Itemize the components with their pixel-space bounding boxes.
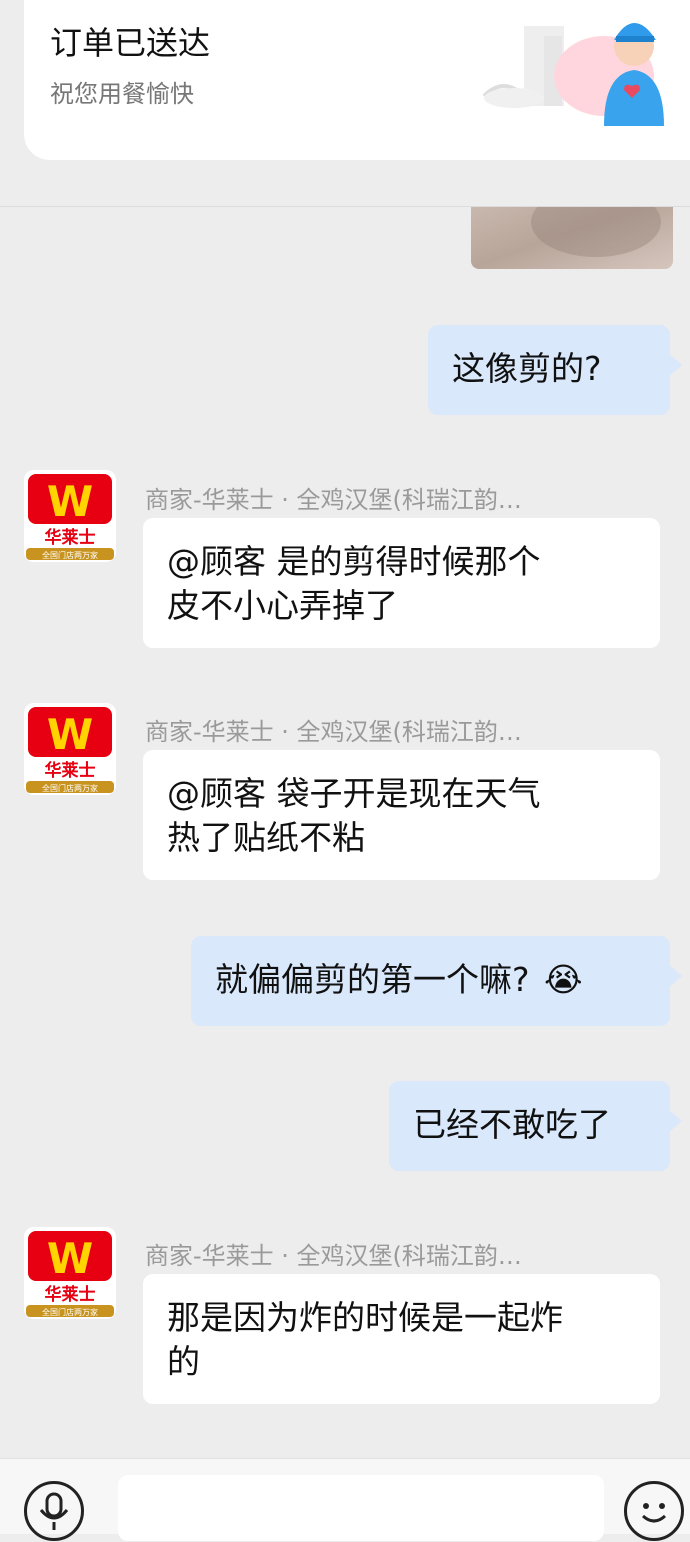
logo-name: 华莱士 [45,760,96,781]
logo-name: 华莱士 [45,527,96,548]
logo-tagline: 全国门店两万家 [42,783,98,793]
microphone-icon [39,1492,69,1530]
message-line: 皮不小心弄掉了 [167,586,398,625]
merchant-sender-name: 商家-华莱士 · 全鸡汉堡(科瑞江韵… [145,718,522,746]
merchant-logo-icon: W 华莱士 全国门店两万家 [24,703,116,795]
logo-tagline: 全国门店两万家 [42,1307,98,1317]
smiley-icon [641,1503,667,1523]
merchant-logo-icon: W 华莱士 全国门店两万家 [24,470,116,562]
crying-face-icon: 😭 [544,960,583,999]
image-message[interactable] [471,207,673,269]
message-line: 那是因为炸的时候是一起炸 [167,1298,563,1337]
customer-message[interactable]: 已经不敢吃了 [389,1081,682,1171]
message-input-bar [0,1458,690,1541]
message-text: 已经不敢吃了 [413,1105,611,1144]
merchant-message[interactable]: 那是因为炸的时候是一起炸 的 [143,1274,660,1404]
voice-input-button[interactable] [24,1481,84,1541]
merchant-avatar[interactable]: W 华莱士 全国门店两万家 [24,470,116,562]
merchant-sender-name: 商家-华莱士 · 全鸡汉堡(科瑞江韵… [145,486,522,514]
customer-message[interactable]: 就偏偏剪的第一个嘛? 😭 [191,936,682,1026]
message-line: 的 [167,1342,200,1381]
delivery-courier-illustration [482,23,664,126]
message-line: 热了贴纸不粘 [167,818,365,857]
merchant-sender-name: 商家-华莱士 · 全鸡汉堡(科瑞江韵… [145,1242,522,1270]
merchant-message[interactable]: @顾客 是的剪得时候那个 皮不小心弄掉了 [143,518,660,648]
message-text: 这像剪的? [452,349,602,388]
emoji-button[interactable] [624,1481,684,1541]
merchant-avatar[interactable]: W 华莱士 全国门店两万家 [24,703,116,795]
message-text-input[interactable] [118,1475,604,1541]
message-text: 就偏偏剪的第一个嘛? [215,960,530,999]
merchant-logo-icon: W 华莱士 全国门店两万家 [24,1227,116,1319]
logo-name: 华莱士 [45,1284,96,1305]
message-line: @顾客 是的剪得时候那个 [167,542,541,581]
logo-letter: W [47,1234,93,1283]
customer-message[interactable]: 这像剪的? [428,325,682,415]
merchant-message[interactable]: @顾客 袋子开是现在天气 热了贴纸不粘 [143,750,660,880]
order-status-subtitle: 祝您用餐愉快 [50,80,194,108]
logo-tagline: 全国门店两万家 [42,550,98,560]
order-status-title: 订单已送达 [50,24,211,62]
logo-letter: W [47,477,93,526]
message-line: @顾客 袋子开是现在天气 [167,774,541,813]
logo-letter: W [47,710,93,759]
merchant-avatar[interactable]: W 华莱士 全国门店两万家 [24,1227,116,1319]
order-status-card[interactable]: 订单已送达 祝您用餐愉快 [24,0,690,160]
